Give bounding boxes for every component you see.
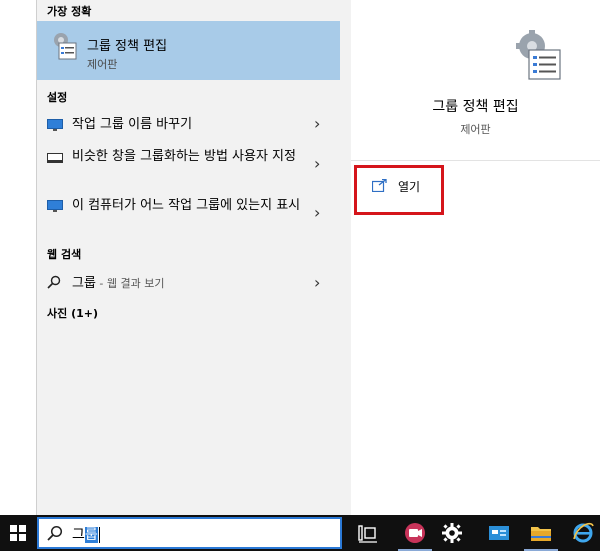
monitor-icon — [47, 200, 63, 212]
search-results-pane: 가장 정확 그룹 정책 편집 제어판 설정 작업 그룹 이름 바꾸기 › 비슷한… — [37, 0, 342, 515]
preview-pane: 그룹 정책 편집 제어판 — [342, 0, 600, 515]
search-icon — [47, 525, 63, 541]
settings-item-rename-workgroup[interactable]: 작업 그룹 이름 바꾸기 › — [37, 113, 340, 137]
file-explorer-button[interactable] — [518, 515, 564, 551]
group-policy-large-icon — [516, 30, 561, 80]
task-view-button[interactable] — [346, 515, 392, 551]
monitor-icon — [47, 119, 63, 131]
preview-subtitle: 제어판 — [460, 123, 491, 136]
settings-header: 설정 — [47, 91, 68, 104]
search-query-prefix: 그 — [72, 527, 85, 543]
group-policy-icon — [54, 33, 77, 60]
settings-item-label: 비슷한 창을 그룹화하는 방법 사용자 지정 — [72, 149, 296, 164]
web-search-result[interactable]: 그룹 - 웹 결과 보기 › — [37, 272, 340, 296]
internet-explorer-button[interactable] — [560, 515, 600, 551]
open-label: 열기 — [398, 180, 421, 194]
best-match-title: 그룹 정책 편집 — [87, 39, 168, 54]
windows-logo-icon — [10, 525, 26, 541]
photos-header[interactable]: 사진 (1+) — [47, 305, 98, 321]
chevron-right-icon: › — [314, 114, 321, 133]
preview-divider — [351, 160, 600, 161]
folder-icon — [531, 527, 551, 541]
settings-taskbar-button[interactable] — [430, 515, 476, 551]
start-button[interactable] — [0, 515, 37, 551]
settings-item-label: 이 컴퓨터가 어느 작업 그룹에 있는지 표시 — [72, 198, 301, 213]
search-query-selected: 룹 — [84, 527, 98, 543]
taskbar: 그룹 — [0, 515, 600, 551]
open-icon — [372, 179, 387, 192]
internet-explorer-icon — [573, 522, 594, 543]
settings-item-group-windows[interactable]: 비슷한 창을 그룹화하는 방법 사용자 지정 › — [37, 147, 340, 187]
taskbar-app-network[interactable] — [476, 515, 522, 551]
start-menu-left-strip — [0, 0, 37, 515]
best-match-subtitle: 제어판 — [87, 58, 118, 71]
best-match-result[interactable]: 그룹 정책 편집 제어판 — [37, 21, 340, 80]
preview-card: 그룹 정책 편집 제어판 — [351, 0, 600, 515]
web-search-header: 웹 검색 — [47, 248, 82, 261]
chevron-right-icon: › — [314, 273, 321, 292]
gear-icon — [442, 523, 462, 543]
network-app-icon — [489, 526, 509, 540]
preview-title: 그룹 정책 편집 — [432, 99, 519, 115]
settings-item-show-workgroup[interactable]: 이 컴퓨터가 어느 작업 그룹에 있는지 표시 › — [37, 196, 340, 236]
settings-item-label: 작업 그룹 이름 바꾸기 — [72, 117, 193, 132]
search-icon — [47, 275, 61, 289]
camera-app-icon — [405, 523, 425, 543]
text-caret — [98, 527, 100, 543]
task-view-icon — [358, 525, 377, 543]
chevron-right-icon: › — [314, 203, 321, 222]
search-box[interactable]: 그룹 — [37, 517, 342, 549]
best-match-header: 가장 정확 — [47, 5, 92, 18]
search-query[interactable]: 그룹 — [72, 524, 100, 544]
taskbar-icon — [47, 153, 63, 163]
web-search-query: 그룹 — [72, 276, 96, 291]
chevron-right-icon: › — [314, 154, 321, 173]
web-search-suffix: - 웹 결과 보기 — [95, 277, 165, 290]
